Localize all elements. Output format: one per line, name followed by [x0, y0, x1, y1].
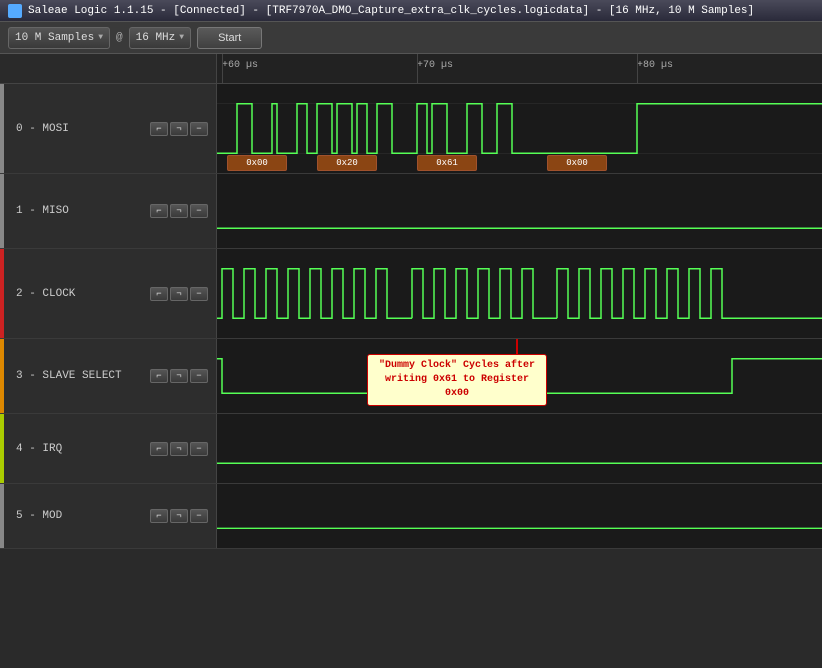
annotation-text: "Dummy Clock" Cycles afterwriting 0x61 t… [379, 360, 535, 399]
color-bar-slave-select [0, 339, 4, 413]
timeline-spacer [0, 54, 217, 83]
freq-dropdown[interactable]: 16 MHz ▼ [129, 27, 191, 49]
timeline-header: +60 µs +70 µs +80 µs [217, 54, 822, 84]
decode-mosi-0x20: 0x20 [317, 155, 377, 171]
toolbar: 10 M Samples ▼ @ 16 MHz ▼ Start [0, 22, 822, 54]
channel-label-slave-select: 3 - SLAVE SELECT ⌐ ¬ − [0, 339, 217, 413]
time-tick-80 [637, 54, 638, 84]
ctrl-fall-slave[interactable]: ¬ [170, 369, 188, 383]
samples-label: 10 M Samples [15, 32, 94, 44]
at-symbol: @ [116, 32, 123, 44]
channel-wave-irq [217, 414, 822, 483]
main-area: 0 - MOSI ⌐ ¬ − 0x00 [0, 84, 822, 668]
decode-mosi-0x61: 0x61 [417, 155, 477, 171]
irq-waveform [217, 414, 822, 483]
ctrl-rise-clock[interactable]: ⌐ [150, 287, 168, 301]
time-label-70: +70 µs [417, 60, 453, 71]
start-button[interactable]: Start [197, 27, 262, 49]
channel-controls-irq: ⌐ ¬ − [150, 442, 208, 456]
freq-label: 16 MHz [136, 32, 176, 44]
ctrl-rise-irq[interactable]: ⌐ [150, 442, 168, 456]
ctrl-fall-clock[interactable]: ¬ [170, 287, 188, 301]
channel-row-miso: 1 - MISO ⌐ ¬ − [0, 174, 822, 249]
color-bar-clock [0, 249, 4, 338]
ctrl-fall-irq[interactable]: ¬ [170, 442, 188, 456]
channel-wave-slave-select: "Dummy Clock" Cycles afterwriting 0x61 t… [217, 339, 822, 413]
samples-dropdown[interactable]: 10 M Samples ▼ [8, 27, 110, 49]
samples-dropdown-arrow: ▼ [98, 33, 103, 42]
channel-name-irq: 4 - IRQ [16, 443, 146, 455]
channel-name-clock: 2 - CLOCK [16, 288, 146, 300]
annotation-dummy-clock: "Dummy Clock" Cycles afterwriting 0x61 t… [367, 354, 547, 406]
time-label-60: +60 µs [222, 60, 258, 71]
channel-row-mosi: 0 - MOSI ⌐ ¬ − 0x00 [0, 84, 822, 174]
channel-label-miso: 1 - MISO ⌐ ¬ − [0, 174, 217, 248]
ctrl-fall-mod[interactable]: ¬ [170, 509, 188, 523]
app-icon [8, 4, 22, 18]
color-bar-irq [0, 414, 4, 483]
decode-mosi-0x00-1: 0x00 [227, 155, 287, 171]
ctrl-rise-miso[interactable]: ⌐ [150, 204, 168, 218]
channel-wave-clock [217, 249, 822, 338]
channel-controls-mod: ⌐ ¬ − [150, 509, 208, 523]
ctrl-fall-mosi[interactable]: ¬ [170, 122, 188, 136]
ctrl-minus-miso[interactable]: − [190, 204, 208, 218]
channel-label-irq: 4 - IRQ ⌐ ¬ − [0, 414, 217, 483]
ctrl-rise-slave[interactable]: ⌐ [150, 369, 168, 383]
miso-waveform [217, 174, 822, 248]
channel-controls-clock: ⌐ ¬ − [150, 287, 208, 301]
channels-container: 0 - MOSI ⌐ ¬ − 0x00 [0, 84, 822, 668]
time-label-80: +80 µs [637, 60, 673, 71]
mod-waveform [217, 484, 822, 548]
clock-waveform [217, 249, 822, 338]
channel-wave-miso [217, 174, 822, 248]
ctrl-minus-mosi[interactable]: − [190, 122, 208, 136]
channel-controls-slave-select: ⌐ ¬ − [150, 369, 208, 383]
channel-controls-miso: ⌐ ¬ − [150, 204, 208, 218]
time-tick-70 [417, 54, 418, 84]
channel-wave-mod [217, 484, 822, 548]
ctrl-rise-mod[interactable]: ⌐ [150, 509, 168, 523]
ctrl-fall-miso[interactable]: ¬ [170, 204, 188, 218]
channel-label-clock: 2 - CLOCK ⌐ ¬ − [0, 249, 217, 338]
title-bar: Saleae Logic 1.1.15 - [Connected] - [TRF… [0, 0, 822, 22]
channel-row-irq: 4 - IRQ ⌐ ¬ − [0, 414, 822, 484]
mosi-waveform [217, 84, 822, 173]
color-bar-mosi [0, 84, 4, 173]
title-text: Saleae Logic 1.1.15 - [Connected] - [TRF… [28, 5, 754, 17]
time-tick-60 [222, 54, 223, 84]
channel-name-slave-select: 3 - SLAVE SELECT [16, 370, 146, 382]
channel-label-mosi: 0 - MOSI ⌐ ¬ − [0, 84, 217, 173]
channel-row-clock: 2 - CLOCK ⌐ ¬ − [0, 249, 822, 339]
channel-row-mod: 5 - MOD ⌐ ¬ − [0, 484, 822, 549]
channel-controls-mosi: ⌐ ¬ − [150, 122, 208, 136]
channel-name-miso: 1 - MISO [16, 205, 146, 217]
freq-dropdown-arrow: ▼ [179, 33, 184, 42]
color-bar-miso [0, 174, 4, 248]
channel-row-slave-select: 3 - SLAVE SELECT ⌐ ¬ − "Dummy Clock" Cyc… [0, 339, 822, 414]
channel-wave-mosi: 0x00 0x20 0x61 0x00 [217, 84, 822, 173]
ctrl-rise-mosi[interactable]: ⌐ [150, 122, 168, 136]
color-bar-mod [0, 484, 4, 548]
ctrl-minus-mod[interactable]: − [190, 509, 208, 523]
channel-label-mod: 5 - MOD ⌐ ¬ − [0, 484, 217, 548]
channel-name-mosi: 0 - MOSI [16, 123, 146, 135]
decode-mosi-0x00-2: 0x00 [547, 155, 607, 171]
ctrl-minus-slave[interactable]: − [190, 369, 208, 383]
ctrl-minus-clock[interactable]: − [190, 287, 208, 301]
channel-name-mod: 5 - MOD [16, 510, 146, 522]
ctrl-minus-irq[interactable]: − [190, 442, 208, 456]
